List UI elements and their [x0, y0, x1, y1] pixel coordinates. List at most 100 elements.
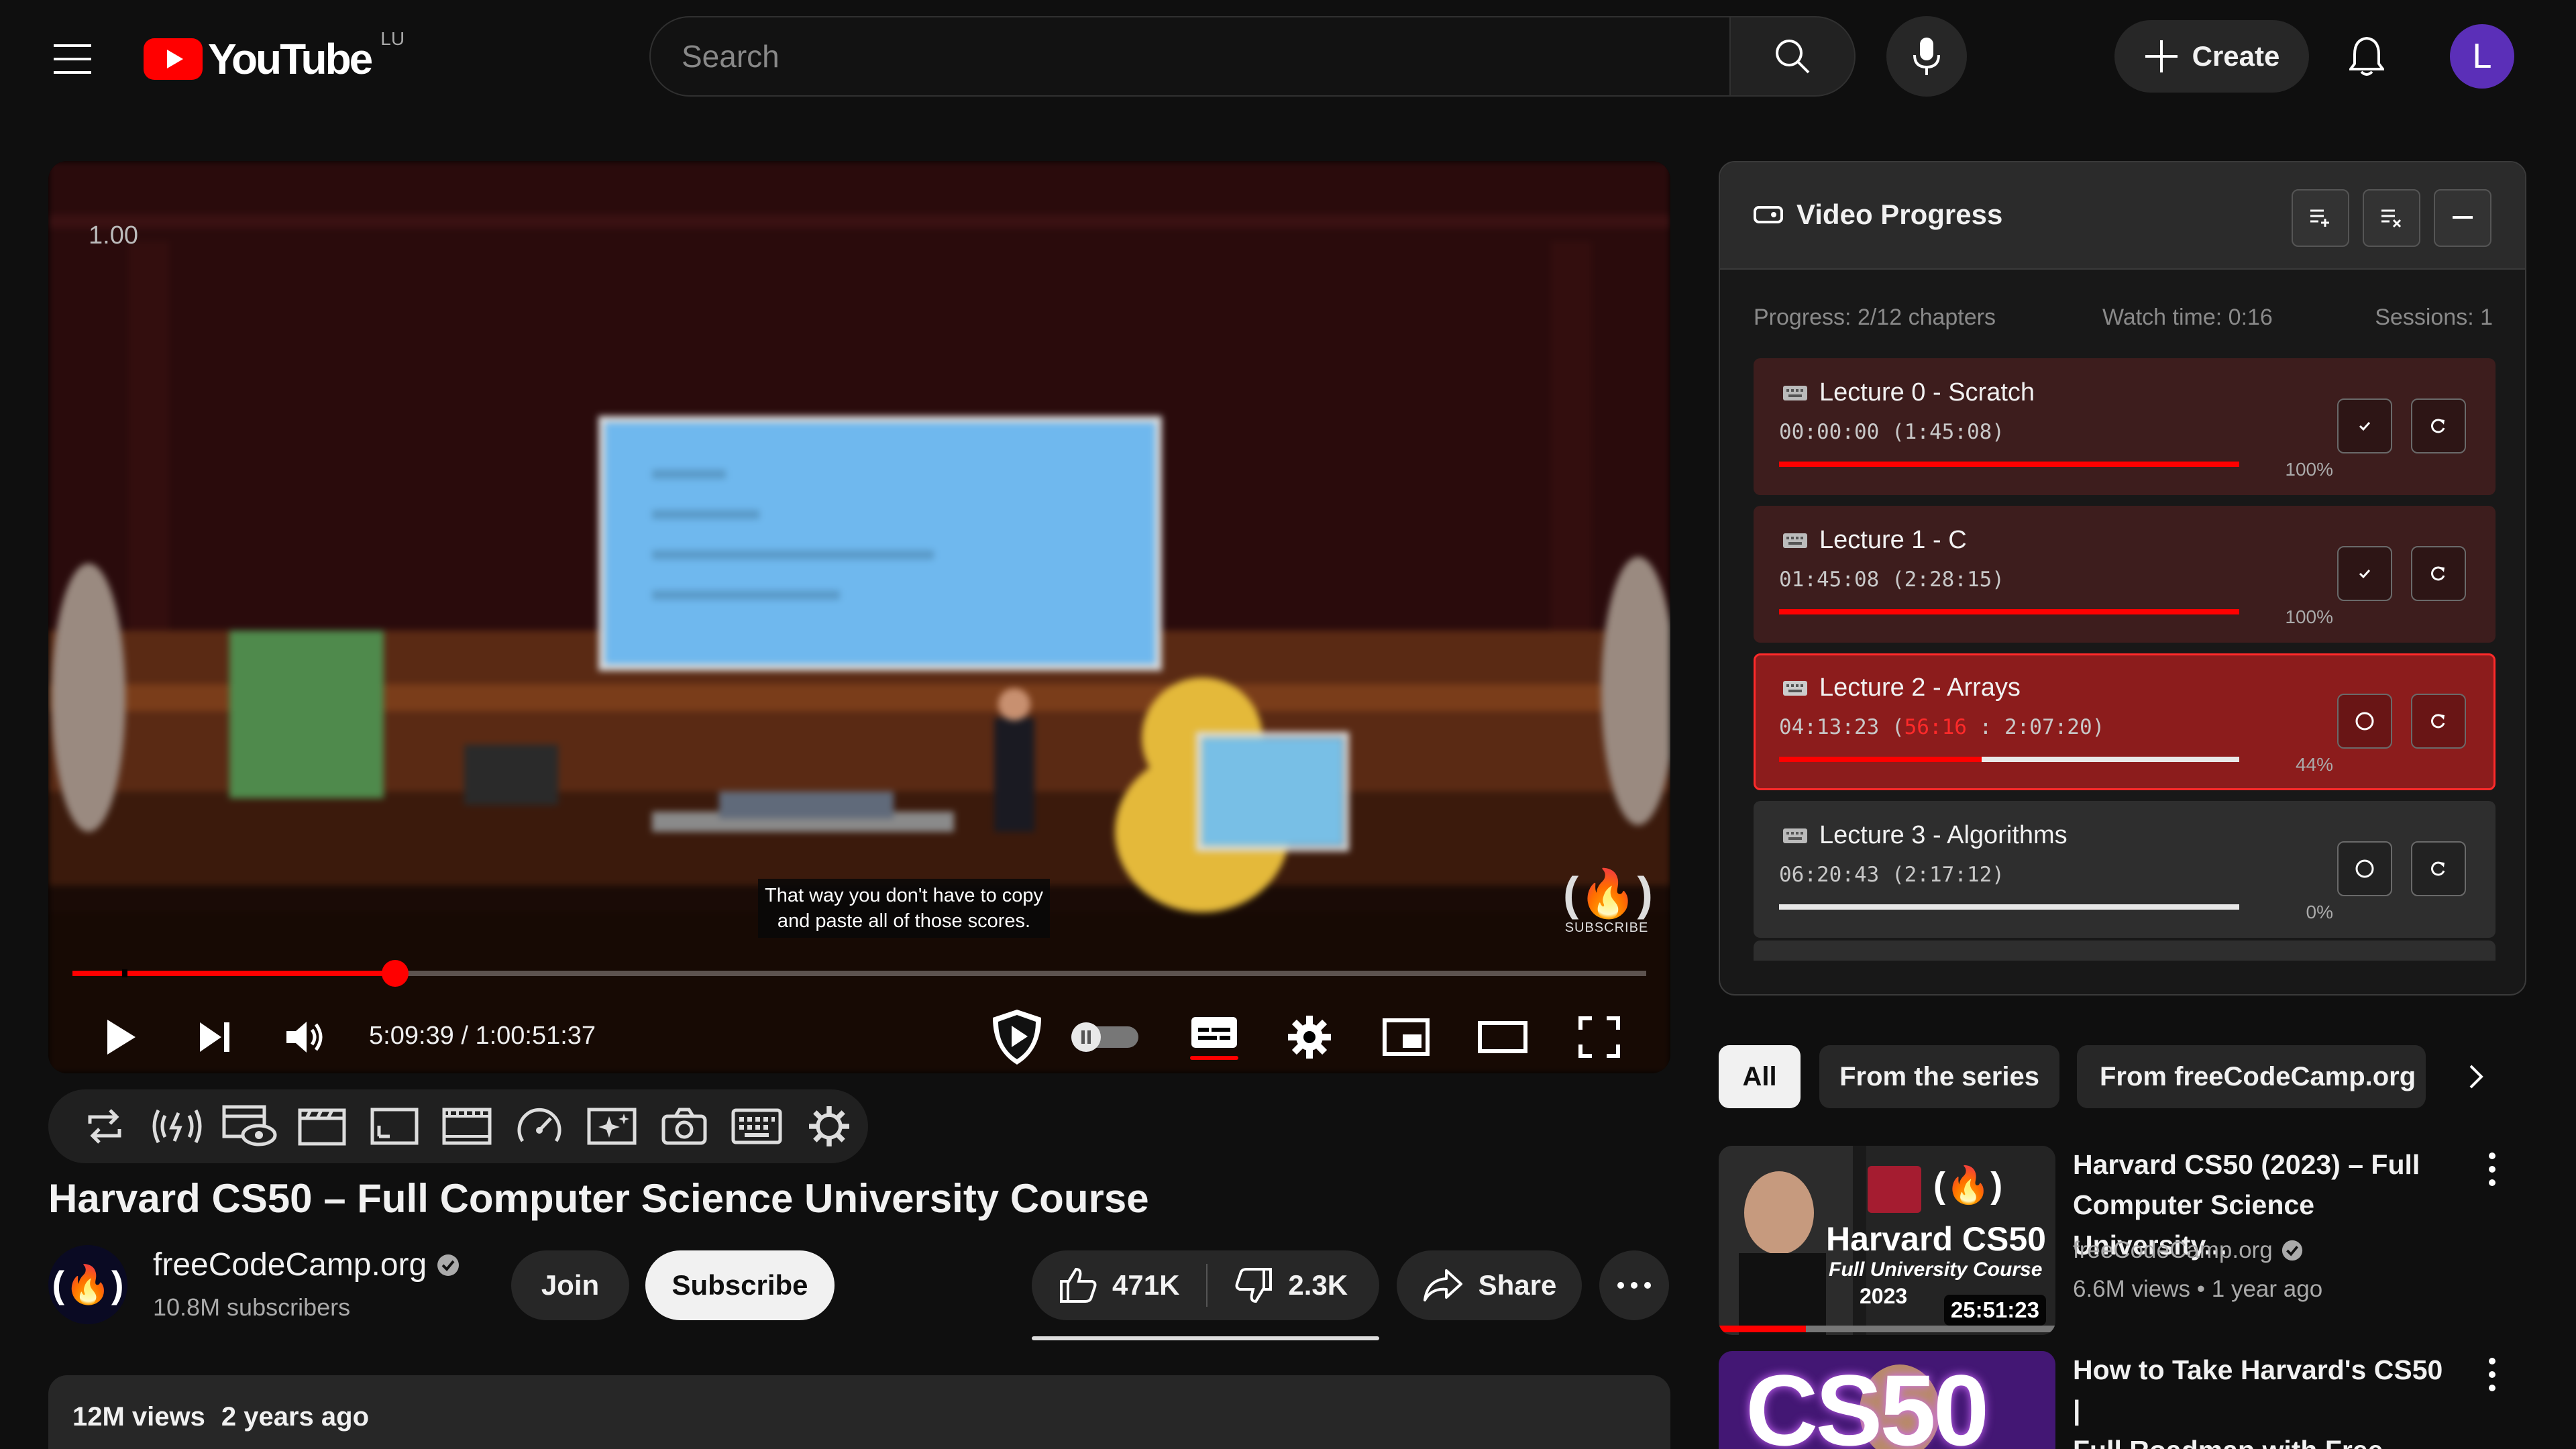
extension-toolbar	[48, 1089, 868, 1163]
more-actions-button[interactable]	[1599, 1250, 1669, 1320]
rec-menu-button[interactable]	[2475, 1139, 2509, 1199]
eye-icon[interactable]	[220, 1097, 279, 1156]
rec-title-line: Full Roadmap with Free...	[2073, 1430, 2449, 1449]
clapperboard-icon[interactable]	[292, 1097, 352, 1156]
search-input[interactable]	[649, 16, 1729, 97]
rec-age: 1 year ago	[2211, 1276, 2323, 1302]
dislike-button[interactable]: 2.3K	[1208, 1250, 1375, 1320]
miniplayer-button[interactable]	[1375, 1004, 1437, 1071]
playlist-add-icon	[2310, 209, 2329, 227]
voice-search-button[interactable]	[1886, 16, 1967, 97]
chip-all[interactable]: All	[1719, 1045, 1801, 1108]
upload-date: 2 years ago	[221, 1402, 370, 1432]
reset-chapter-button[interactable]	[2411, 546, 2466, 601]
subtitles-button[interactable]	[1183, 1004, 1245, 1071]
playlist-remove-icon	[2381, 209, 2402, 228]
played-bar	[72, 971, 395, 976]
speedometer-icon[interactable]	[510, 1097, 569, 1156]
keyboard-icon[interactable]	[727, 1097, 786, 1156]
chapter-card[interactable]: Lecture 3 - Algorithms 06:20:43 (2:17:12…	[1754, 801, 2496, 938]
closed-captions-icon	[1190, 1017, 1238, 1060]
account-avatar[interactable]: L	[2450, 24, 2514, 89]
fullscreen-button[interactable]	[1568, 1004, 1630, 1071]
reset-chapter-button[interactable]	[2411, 694, 2466, 749]
next-button[interactable]	[189, 1004, 240, 1071]
chapter-time: 00:00:00 (1:45:08)	[1779, 420, 2004, 444]
shield-play-icon	[993, 1010, 1041, 1065]
thumbs-up-icon	[1060, 1267, 1097, 1303]
rec-title-line: How to Take Harvard's CS50 |	[2073, 1354, 2443, 1426]
seek-bar[interactable]	[72, 960, 1646, 987]
join-button[interactable]: Join	[511, 1250, 629, 1320]
reset-chapter-button[interactable]	[2411, 398, 2466, 453]
caption-line: That way you don't have to copy	[765, 885, 1044, 906]
video-player[interactable]: 1.00 That way you don't have to copy and…	[48, 161, 1670, 1073]
country-code: LU	[380, 28, 405, 49]
camera-icon[interactable]	[655, 1097, 714, 1156]
session-count: Sessions: 1	[2375, 305, 2493, 330]
chip-from-channel[interactable]: From freeCodeCamp.org	[2077, 1045, 2426, 1108]
subscribe-button[interactable]: Subscribe	[645, 1250, 835, 1320]
rec-thumbnail[interactable]: (🔥) Harvard CS50 Full University Course …	[1719, 1146, 2055, 1335]
autoplay-toggle[interactable]	[1068, 1004, 1142, 1071]
fullscreen-icon	[1578, 1016, 1620, 1058]
settings-button[interactable]	[1279, 1004, 1340, 1071]
mark-complete-button[interactable]	[2337, 694, 2392, 749]
enhance-icon[interactable]	[582, 1097, 641, 1156]
channel-watermark[interactable]: (🔥) SUBSCRIBE	[1563, 867, 1653, 936]
chapter-title: Lecture 0 - Scratch	[1819, 378, 2035, 407]
play-icon	[107, 1020, 136, 1055]
notifications-button[interactable]	[2333, 23, 2400, 90]
chapter-progress-bar	[1779, 462, 2239, 467]
chapter-card[interactable]: Lecture 1 - C 01:45:08 (2:28:15) 100%	[1754, 506, 2496, 643]
volume-icon	[286, 1022, 323, 1053]
chapter-card-partial	[1754, 941, 2496, 961]
loop-icon[interactable]	[75, 1097, 134, 1156]
youtube-logo[interactable]: YouTube LU	[144, 28, 405, 86]
channel-name[interactable]: freeCodeCamp.org	[153, 1246, 427, 1283]
chapter-card-active[interactable]: Lecture 2 - Arrays 04:13:23 (56:16 : 2:0…	[1754, 653, 2496, 790]
menu-icon[interactable]	[40, 27, 105, 91]
rec-thumbnail[interactable]: CS50	[1719, 1351, 2055, 1449]
search-button[interactable]	[1729, 16, 1856, 97]
rec-channel-name: freeCodeCamp.org	[2073, 1237, 2273, 1263]
description-box[interactable]: 12M views 2 years ago	[48, 1375, 1670, 1449]
create-button[interactable]: Create	[2114, 20, 2309, 93]
rec-channel[interactable]: freeCodeCamp.org	[2073, 1237, 2304, 1264]
rec-title[interactable]: How to Take Harvard's CS50 | Full Roadma…	[2073, 1350, 2449, 1449]
channel-name-row[interactable]: freeCodeCamp.org	[153, 1246, 460, 1283]
volume-button[interactable]	[279, 1004, 333, 1071]
play-button[interactable]	[95, 1004, 146, 1071]
clear-playlist-button[interactable]	[2363, 189, 2420, 247]
film-strip-icon[interactable]	[437, 1097, 496, 1156]
audio-mode-icon[interactable]	[148, 1097, 207, 1156]
mark-complete-button[interactable]	[2337, 398, 2392, 453]
description-meta: 12M views 2 years ago	[72, 1402, 369, 1432]
gear-icon[interactable]	[800, 1097, 859, 1156]
verified-icon	[437, 1254, 460, 1276]
rec-views: 6.6M views	[2073, 1276, 2191, 1302]
time-display: 5:09:39 / 1:00:51:37	[369, 1022, 596, 1050]
chapter-title: Lecture 2 - Arrays	[1819, 674, 2021, 702]
scrubber-handle[interactable]	[381, 960, 409, 987]
logo-wordmark: YouTube	[208, 35, 373, 83]
crop-icon[interactable]	[365, 1097, 424, 1156]
like-button[interactable]: 471K	[1032, 1250, 1206, 1320]
rec-menu-button[interactable]	[2475, 1344, 2509, 1405]
ad-shield-button[interactable]	[985, 1004, 1049, 1071]
chapter-progress-fill	[1779, 757, 1982, 762]
checkmark-icon	[2359, 569, 2371, 579]
chapter-card[interactable]: Lecture 0 - Scratch 00:00:00 (1:45:08) 1…	[1754, 358, 2496, 495]
mark-complete-button[interactable]	[2337, 841, 2392, 896]
minimize-panel-button[interactable]	[2434, 189, 2491, 247]
chips-next-button[interactable]	[2445, 1045, 2508, 1108]
like-count: 471K	[1112, 1269, 1180, 1301]
channel-avatar[interactable]: (🔥)	[48, 1245, 127, 1324]
theater-mode-button[interactable]	[1472, 1004, 1534, 1071]
add-to-queue-button[interactable]	[2292, 189, 2349, 247]
reset-chapter-button[interactable]	[2411, 841, 2466, 896]
share-button[interactable]: Share	[1397, 1250, 1582, 1320]
chip-from-series[interactable]: From the series	[1819, 1045, 2059, 1108]
checkmark-icon	[2359, 421, 2371, 431]
mark-complete-button[interactable]	[2337, 546, 2392, 601]
